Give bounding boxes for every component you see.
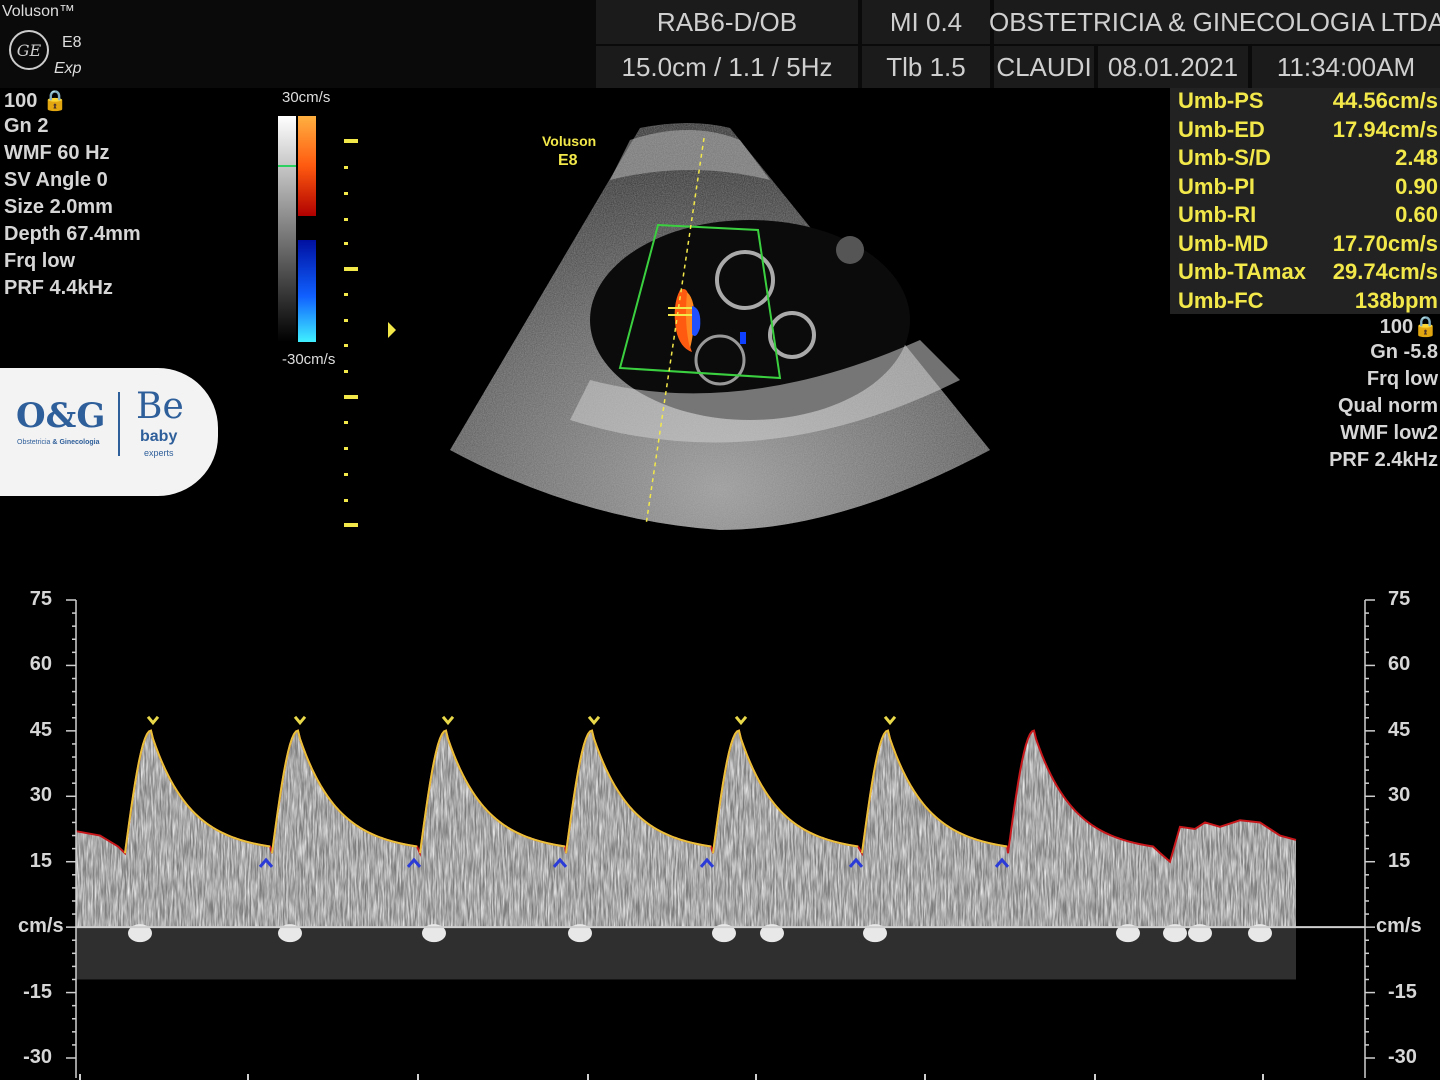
institution-label: OBSTETRICIA & GINECOLOGIA LTDA [989, 0, 1440, 44]
left-y-tick-label: 60 [29, 653, 52, 676]
left-y-tick-label: 30 [29, 784, 52, 807]
right-y-tick-label: 45 [1388, 718, 1411, 741]
model-label: E8 [62, 34, 82, 51]
left-y-tick-label: 75 [29, 588, 52, 610]
param-frequency: Frq low [4, 250, 76, 272]
right-y-tick-label: -30 [1388, 1046, 1417, 1068]
brand-name: Voluson™ [2, 3, 75, 20]
rparam-quality: Qual norm [1337, 395, 1438, 417]
probe-label: RAB6-D/OB [596, 0, 858, 44]
param-wmf: WMF 60 Hz [4, 142, 110, 164]
peak-systolic-marker [883, 715, 897, 726]
peak-systolic-marker [146, 715, 160, 726]
measurement-row: Umb-RI 0.60 [1178, 202, 1438, 230]
overlay-model: E8 [558, 152, 578, 169]
mi-label: MI 0.4 [862, 0, 990, 44]
measurement-value: 17.70cm/s [1332, 230, 1438, 256]
param-depth: Depth 67.4mm [4, 223, 141, 245]
measurement-label: Umb-RI [1178, 202, 1257, 227]
left-y-tick-label: 15 [29, 849, 52, 872]
measurement-row: Umb-PS 44.56cm/s [1178, 88, 1438, 116]
og-logo-text: O&G [16, 396, 106, 436]
colorbar-bottom-label: -30cm/s [282, 351, 336, 368]
measurement-label: Umb-MD [1178, 230, 1269, 256]
colorbar-top-label: 30cm/s [282, 89, 331, 106]
left-unit-label: cm/s [18, 915, 64, 938]
og-logo-subtitle: Obstetricia & Ginecologia [17, 439, 100, 446]
param-prf: PRF 4.4kHz [4, 277, 113, 299]
measurement-row: Umb-S/D 2.48 [1178, 145, 1438, 173]
measurement-value: 0.90 [1395, 173, 1438, 199]
rparam-frequency: Frq low [1366, 368, 1438, 390]
right-y-tick-label: 60 [1388, 653, 1411, 676]
clinic-logo: O&G Obstetricia & Ginecologia Be baby ex… [0, 368, 218, 496]
measurement-row: Umb-PI 0.90 [1178, 174, 1438, 202]
variant-label: Exp [54, 60, 82, 77]
param-size: Size 2.0mm [4, 196, 113, 218]
left-y-tick-label: -15 [23, 980, 52, 1003]
operator-label: CLAUDI [994, 46, 1094, 88]
depth-freq-label: 15.0cm / 1.1 / 5Hz [596, 46, 858, 88]
rparam-frame-rate: 100🔒 [1379, 316, 1438, 338]
measurement-label: Umb-S/D [1178, 145, 1271, 170]
rparam-wmf: WMF low2 [1340, 422, 1438, 444]
right-y-tick-label: 75 [1388, 588, 1411, 610]
baby-logo-text: baby [140, 428, 178, 445]
brand-block: Voluson™ GE E8 Exp [0, 0, 92, 88]
param-frame-rate: 100 🔒 [4, 90, 68, 112]
measurement-value: 2.48 [1395, 145, 1438, 170]
experts-logo-text: experts [144, 448, 174, 458]
b-mode-image [450, 123, 990, 530]
rparam-prf: PRF 2.4kHz [1329, 449, 1438, 471]
velocity-colorbar [278, 116, 316, 342]
measurement-row: Umb-ED 17.94cm/s [1178, 117, 1438, 145]
measurement-label: Umb-FC [1178, 287, 1264, 313]
measurement-value: 0.60 [1395, 202, 1438, 227]
be-logo-text: Be [136, 386, 184, 427]
spectral-doppler-trace [66, 599, 1375, 1080]
measurement-row: Umb-FC 138bpm [1178, 288, 1438, 316]
measurement-value: 44.56cm/s [1332, 88, 1438, 113]
measurement-row: Umb-MD 17.70cm/s [1178, 231, 1438, 259]
left-y-tick-label: -30 [23, 1046, 52, 1068]
right-y-tick-label: 15 [1388, 849, 1411, 872]
left-y-tick-label: 45 [29, 718, 52, 741]
spectrum-negative-noise [76, 927, 1296, 980]
logo-divider [118, 392, 120, 456]
measurement-value: 17.94cm/s [1332, 116, 1438, 142]
peak-systolic-marker [441, 715, 455, 726]
measurement-label: Umb-PI [1178, 173, 1255, 199]
tib-label: Tlb 1.5 [862, 46, 990, 88]
measurement-value: 29.74cm/s [1332, 259, 1438, 284]
peak-systolic-marker [734, 715, 748, 726]
right-unit-label: cm/s [1376, 915, 1422, 938]
peak-systolic-marker [587, 715, 601, 726]
ge-logo-icon: GE [9, 30, 49, 70]
param-gain: Gn 2 [4, 115, 49, 137]
measurement-row: Umb-TAmax 29.74cm/s [1178, 259, 1438, 287]
measurement-label: Umb-TAmax [1178, 259, 1306, 284]
measurement-label: Umb-PS [1178, 88, 1264, 113]
spectrum-texture [76, 730, 1296, 928]
time-label: 11:34:00AM [1252, 46, 1440, 88]
right-y-tick-label: -15 [1388, 980, 1417, 1003]
param-sv-angle: SV Angle 0 [4, 169, 108, 191]
depth-scale [344, 139, 396, 527]
measurement-label: Umb-ED [1178, 116, 1265, 142]
peak-systolic-marker [293, 715, 307, 726]
rparam-gain: Gn -5.8 [1370, 341, 1438, 363]
measurement-value: 138bpm [1354, 287, 1438, 313]
right-y-tick-label: 30 [1388, 784, 1411, 807]
date-label: 08.01.2021 [1098, 46, 1248, 88]
overlay-brand: Voluson [542, 133, 597, 149]
